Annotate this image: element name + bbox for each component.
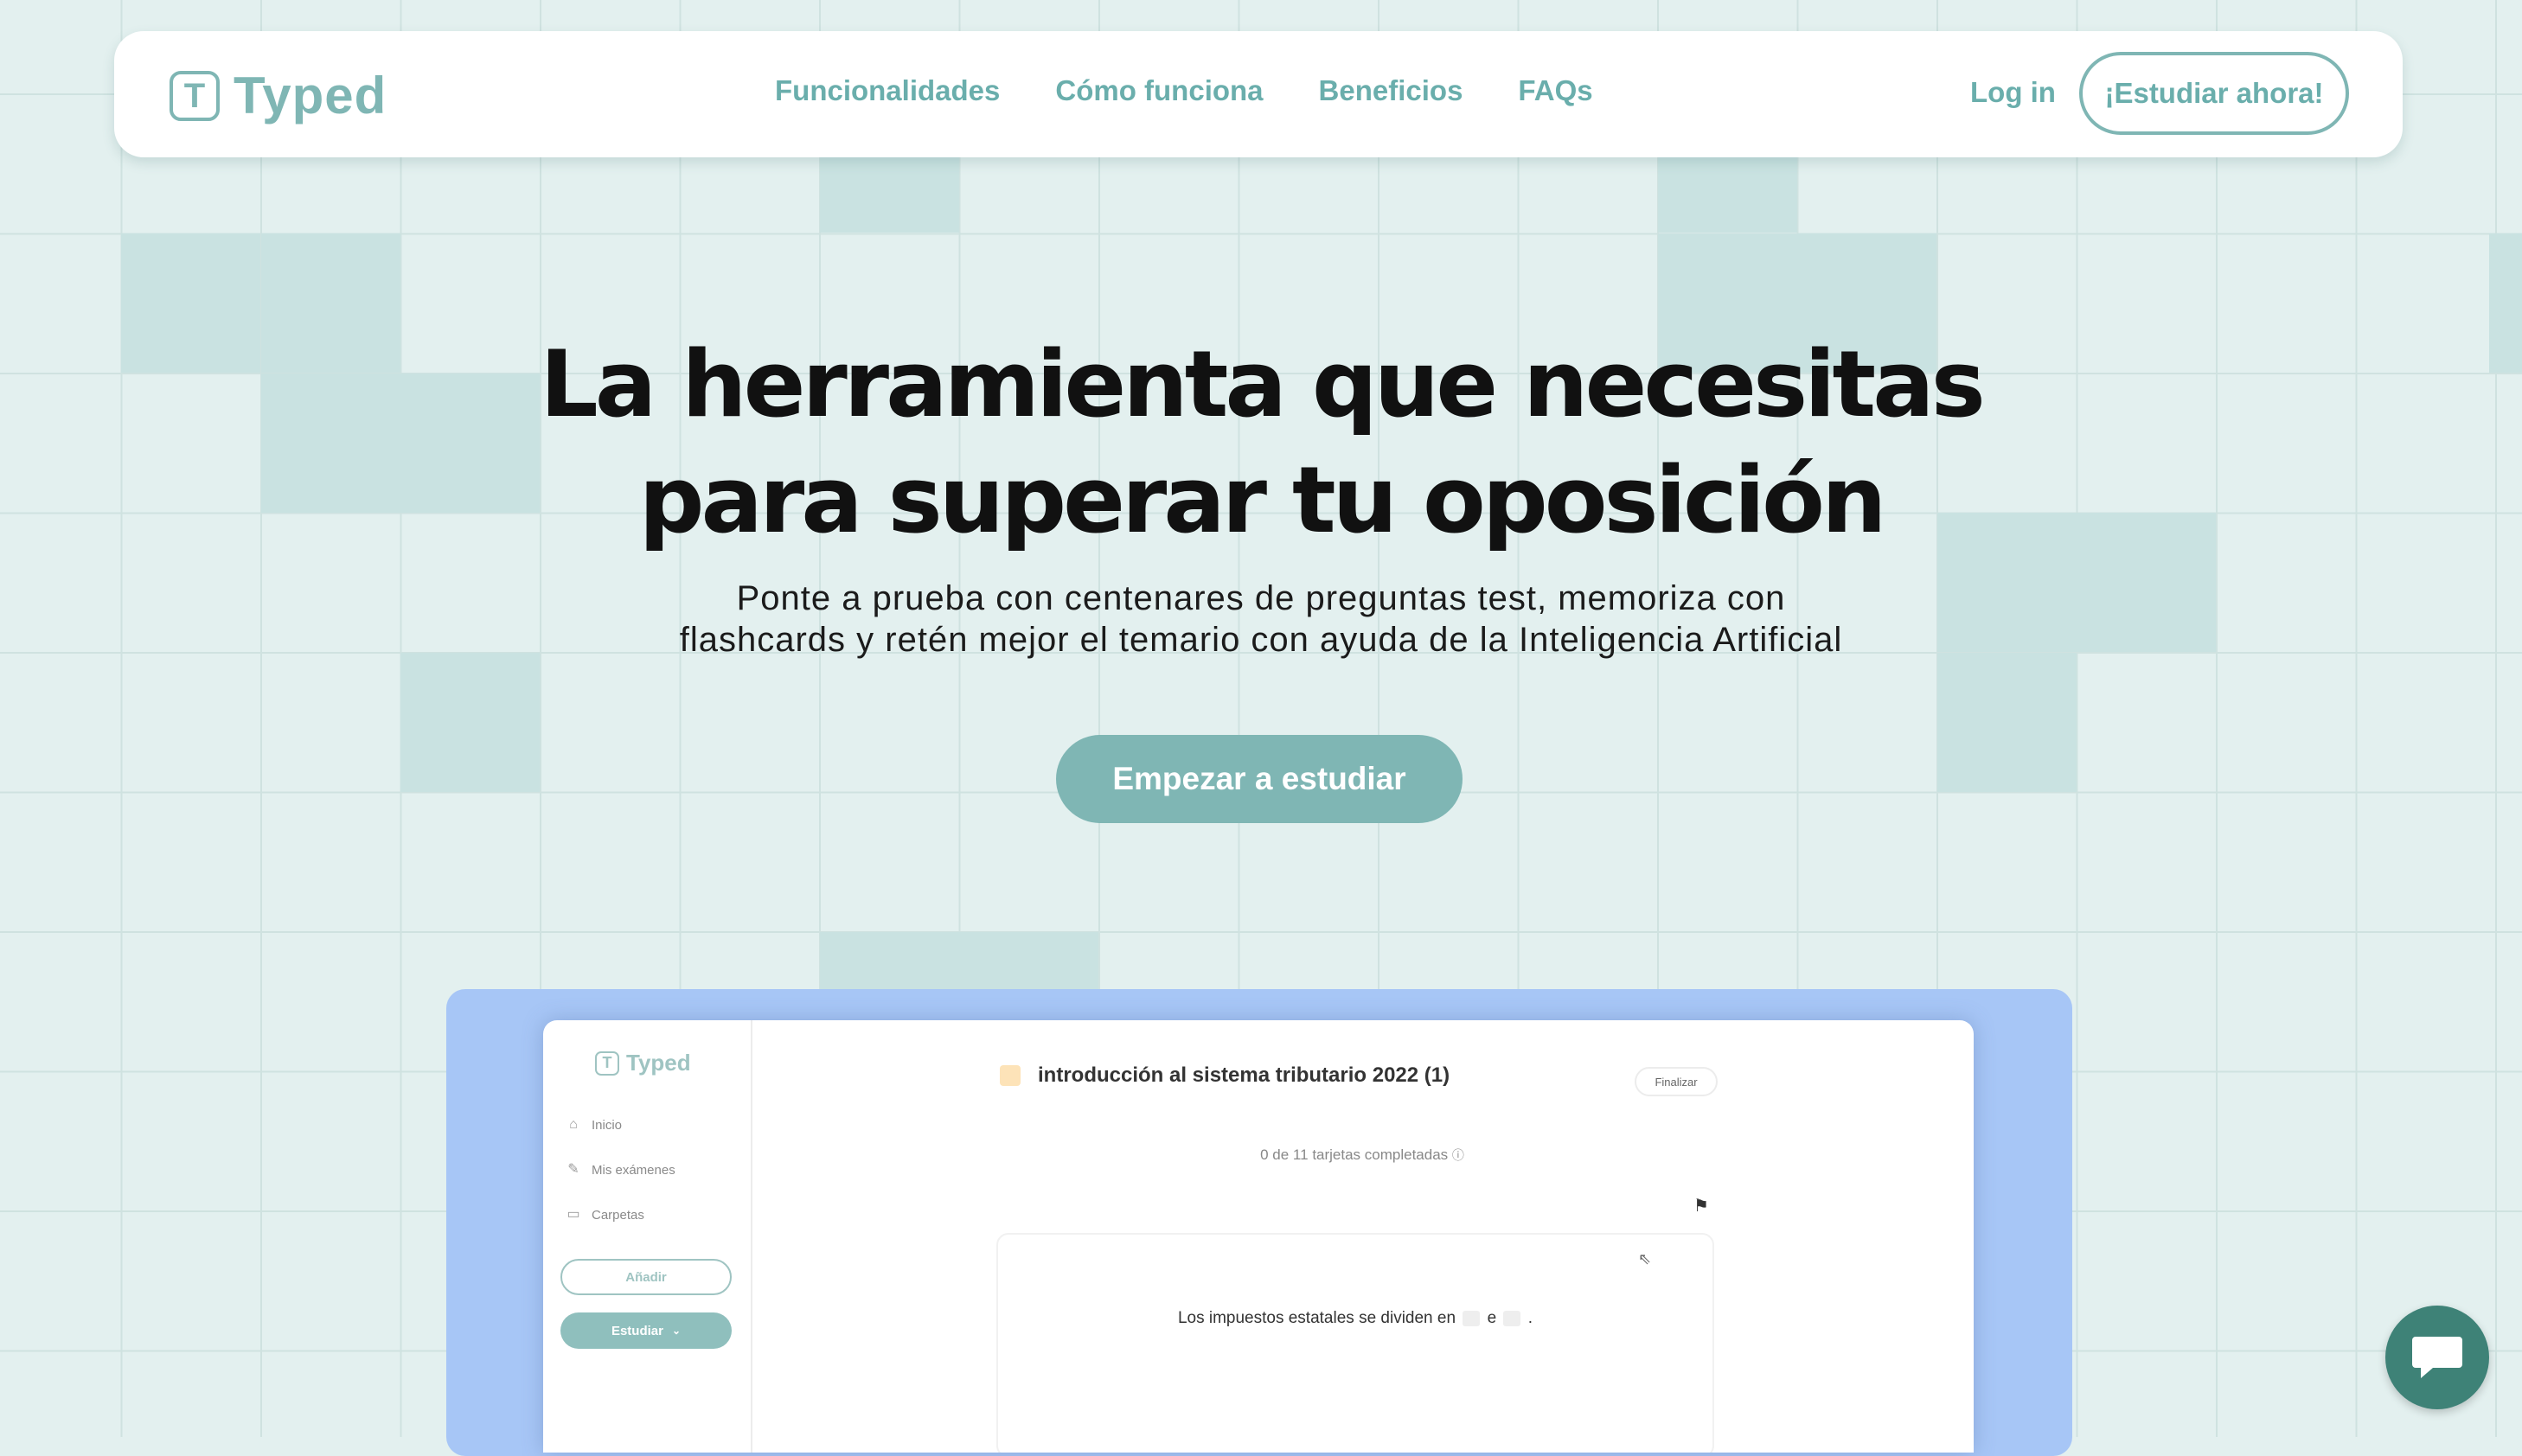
bg-tile [959, 932, 1098, 989]
flashcard-text-before: Los impuestos estatales se dividen en [1177, 1309, 1456, 1327]
preview-flashcard[interactable]: ⇖ Los impuestos estatales se dividen en … [996, 1233, 1714, 1453]
flag-icon[interactable]: ⚑ [1693, 1195, 1709, 1217]
preview-add-button[interactable]: Añadir [560, 1259, 732, 1295]
deck-color-icon [1000, 1065, 1021, 1086]
preview-logo-text: Typed [626, 1050, 691, 1076]
nav-link-faqs[interactable]: FAQs [1518, 74, 1592, 107]
flashcard-blank [1503, 1310, 1521, 1326]
flashcard-text: Los impuestos estatales se dividen en e … [998, 1309, 1712, 1328]
preview-progress: 0 de 11 tarjetas completadas ⓘ [543, 1146, 1974, 1164]
progress-done: 0 [1260, 1146, 1269, 1163]
hero-subtitle: Ponte a prueba con centenares de pregunt… [0, 578, 2522, 661]
progress-of: de [1272, 1146, 1290, 1163]
preview-deck-title: introducción al sistema tributario 2022 … [1000, 1063, 1450, 1088]
logo-text: Typed [234, 67, 387, 125]
hero-subtitle-line-2: flashcards y retén mejor el temario con … [679, 621, 1843, 659]
preview-finish-button[interactable]: Finalizar [1635, 1067, 1718, 1096]
nav-link-funcionalidades[interactable]: Funcionalidades [775, 74, 1000, 107]
preview-sidebar-item-label: Mis exámenes [592, 1162, 675, 1178]
hero-title: La herramienta que necesitas para supera… [0, 327, 2522, 559]
app-preview: T Typed ⌂ Inicio ✎ Mis exámenes ▭ Carpet… [543, 1020, 1974, 1453]
info-icon[interactable]: ⓘ [1452, 1148, 1464, 1162]
preview-sidebar-item-label: Inicio [592, 1117, 623, 1133]
study-now-button[interactable]: ¡Estudiar ahora! [2079, 52, 2349, 135]
logo-t-icon: T [170, 70, 220, 121]
progress-suffix: tarjetas completadas [1312, 1146, 1449, 1163]
preview-study-button[interactable]: Estudiar ⌄ [560, 1312, 732, 1349]
preview-sidebar-item-label: Carpetas [592, 1207, 644, 1223]
preview-sidebar: T Typed ⌂ Inicio ✎ Mis exámenes ▭ Carpet… [543, 1020, 752, 1453]
nav-link-beneficios[interactable]: Beneficios [1319, 74, 1463, 107]
nav-link-como-funciona[interactable]: Cómo funciona [1055, 74, 1263, 107]
preview-sidebar-item-mis-examenes[interactable]: ✎ Mis exámenes [566, 1162, 675, 1178]
chat-button[interactable] [2385, 1306, 2489, 1409]
preview-study-label: Estudiar [611, 1323, 663, 1338]
flashcard-text-after: . [1527, 1309, 1533, 1327]
exam-icon: ✎ [567, 1162, 579, 1177]
flashcard-conjunction: e [1487, 1309, 1497, 1327]
chevron-down-icon: ⌄ [671, 1325, 682, 1337]
preview-deck-title-text: introducción al sistema tributario 2022 … [1038, 1063, 1450, 1087]
logo[interactable]: T Typed [170, 66, 387, 125]
hero-subtitle-line-1: Ponte a prueba con centenares de pregunt… [736, 579, 1786, 617]
navbar: T Typed Funcionalidades Cómo funciona Be… [114, 31, 2403, 157]
bg-tile [1937, 653, 2077, 792]
flashcard-blank [1463, 1310, 1481, 1326]
folder-icon: ▭ [566, 1207, 580, 1222]
bg-tile [820, 932, 959, 989]
hero-title-line-2: para superar tu oposición [638, 447, 1887, 553]
nav-links: Funcionalidades Cómo funciona Beneficios… [775, 74, 1593, 107]
chat-icon [2412, 1337, 2462, 1378]
start-studying-button[interactable]: Empezar a estudiar [1056, 735, 1463, 823]
preview-logo-t-icon: T [595, 1050, 619, 1076]
bg-tile [400, 653, 540, 792]
preview-logo: T Typed [595, 1050, 691, 1076]
progress-total: 11 [1292, 1146, 1309, 1163]
preview-sidebar-item-inicio[interactable]: ⌂ Inicio [566, 1117, 622, 1133]
login-link[interactable]: Log in [1970, 76, 2056, 109]
home-icon: ⌂ [569, 1117, 578, 1132]
preview-sidebar-item-carpetas[interactable]: ▭ Carpetas [566, 1207, 644, 1223]
cursor-icon: ⇖ [1638, 1250, 1652, 1268]
hero-title-line-1: La herramienta que necesitas [540, 331, 1986, 437]
